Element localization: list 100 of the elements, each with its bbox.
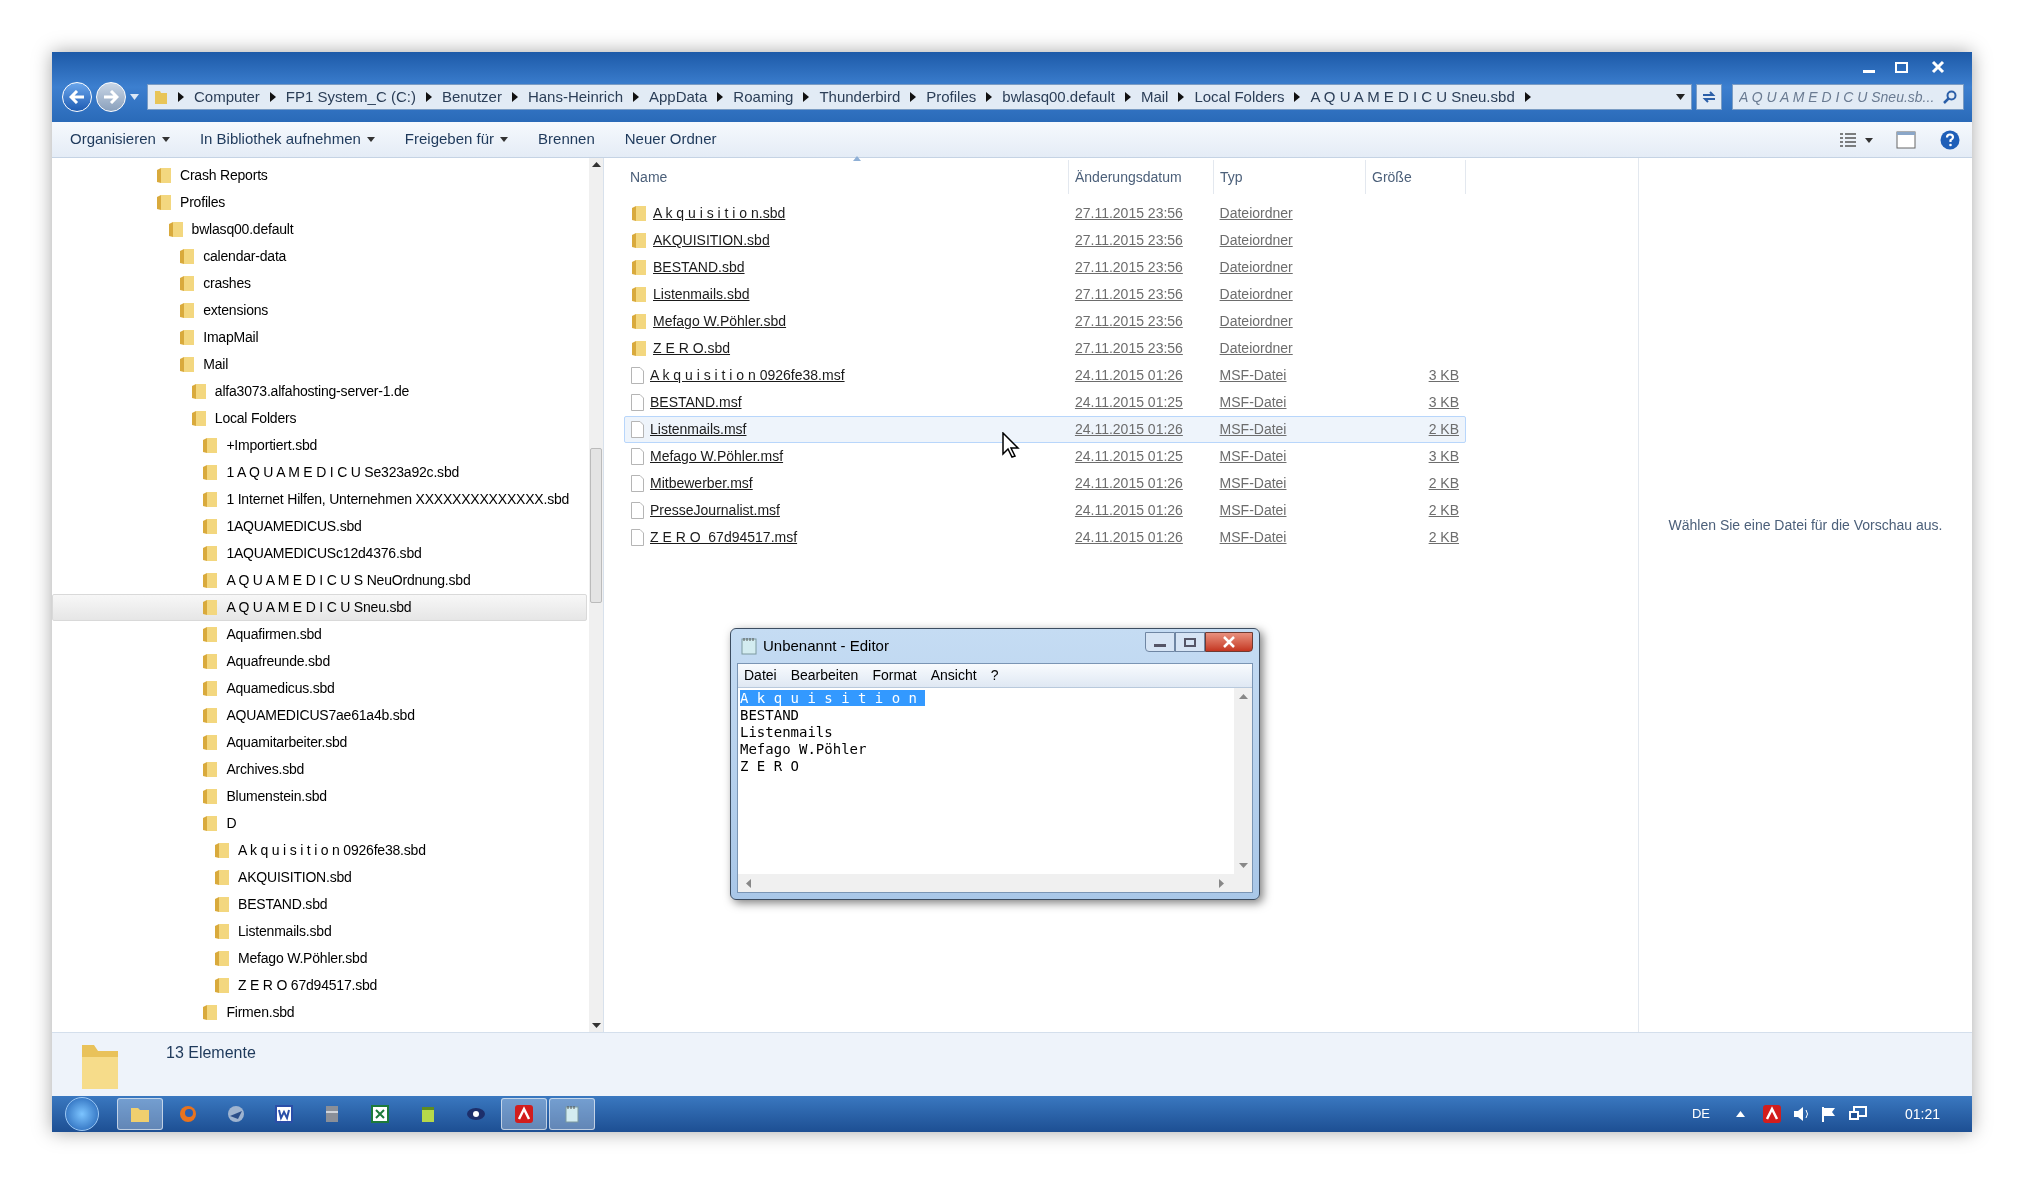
menu-item[interactable]: Ansicht bbox=[930, 665, 977, 686]
refresh-button[interactable] bbox=[1696, 84, 1722, 110]
tree-item[interactable]: Mail bbox=[52, 351, 587, 378]
tree-item[interactable]: Listenmails.sbd bbox=[52, 918, 587, 945]
back-button[interactable] bbox=[62, 82, 92, 112]
file-name[interactable]: A k q u i s i t i o n 0926fe38.msf bbox=[650, 365, 845, 386]
menu-item[interactable]: Format bbox=[872, 665, 917, 686]
toolbar-button[interactable]: Brennen bbox=[526, 125, 607, 154]
chevron-icon[interactable] bbox=[1124, 92, 1131, 102]
tree-item[interactable]: Blumenstein.sbd bbox=[52, 783, 587, 810]
tree-item[interactable]: AKQUISITION.sbd bbox=[52, 864, 587, 891]
chevron-icon[interactable] bbox=[910, 92, 917, 102]
breadcrumb[interactable]: FP1 System_C (C:) bbox=[285, 85, 416, 109]
scrollbar-thumb[interactable] bbox=[590, 447, 602, 603]
breadcrumb[interactable]: Benutzer bbox=[441, 85, 502, 109]
tree-item[interactable]: Firmen.sbd bbox=[52, 999, 587, 1026]
scrollbar[interactable] bbox=[589, 158, 603, 1032]
shield-icon[interactable] bbox=[1762, 1105, 1781, 1123]
scroll-left-icon[interactable] bbox=[746, 878, 751, 888]
file-row[interactable]: Mefago W.Pöhler.msf 24.11.2015 01:25 MSF-Datei 3 KB bbox=[624, 443, 1466, 470]
tree-item[interactable]: A k q u i s i t i o n 0926fe38.sbd bbox=[52, 837, 587, 864]
file-row[interactable]: AKQUISITION.sbd 27.11.2015 23:56 Dateiordner bbox=[624, 227, 1466, 254]
file-name[interactable]: A k q u i s i t i o n.sbd bbox=[653, 203, 786, 224]
column-header[interactable]: Name bbox=[624, 160, 1069, 194]
file-row[interactable]: Mefago W.Pöhler.sbd 27.11.2015 23:56 Dateiordner bbox=[624, 308, 1466, 335]
tree-item[interactable]: Mefago W.Pöhler.sbd bbox=[52, 945, 587, 972]
chevron-icon[interactable] bbox=[1524, 92, 1531, 102]
tree-item[interactable]: ImapMail bbox=[52, 324, 587, 351]
file-row[interactable]: BESTAND.sbd 27.11.2015 23:56 Dateiordner bbox=[624, 254, 1466, 281]
breadcrumb[interactable]: Roaming bbox=[733, 85, 794, 109]
file-row[interactable]: A k q u i s i t i o n 0926fe38.msf 24.11.2015 01:26 MSF-Datei 3 KB bbox=[624, 362, 1466, 389]
column-header[interactable]: Änderungsdatum bbox=[1069, 160, 1214, 194]
tree-item[interactable]: Archives.sbd bbox=[52, 756, 587, 783]
tree-item[interactable]: 1AQUAMEDICUSc12d4376.sbd bbox=[52, 540, 587, 567]
tree-item[interactable]: A Q U A M E D I C U S NeuOrdnung.sbd bbox=[52, 567, 587, 594]
menu-item[interactable]: ? bbox=[990, 665, 999, 686]
toolbar-button[interactable]: Organisieren bbox=[58, 125, 182, 154]
chevron-icon[interactable] bbox=[269, 92, 276, 102]
file-row[interactable]: Listenmails.sbd 27.11.2015 23:56 Dateiordner bbox=[624, 281, 1466, 308]
forward-button[interactable] bbox=[96, 82, 126, 112]
tree-item[interactable]: crashes bbox=[52, 270, 587, 297]
scroll-down-icon[interactable] bbox=[591, 1023, 601, 1028]
language-indicator[interactable]: DE bbox=[1691, 1104, 1710, 1124]
chevron-icon[interactable] bbox=[803, 92, 810, 102]
dropdown-icon[interactable] bbox=[1676, 94, 1685, 100]
file-name[interactable]: Mefago W.Pöhler.sbd bbox=[653, 311, 787, 332]
file-row[interactable]: Z E R O 67d94517.msf 24.11.2015 01:26 MSF-Datei 2 KB bbox=[624, 524, 1466, 551]
toolbar-button[interactable]: Neuer Ordner bbox=[612, 125, 729, 154]
breadcrumb[interactable]: AppData bbox=[649, 85, 708, 109]
file-name[interactable]: Listenmails.msf bbox=[650, 419, 747, 440]
tree-item[interactable]: 1AQUAMEDICUS.sbd bbox=[52, 513, 587, 540]
breadcrumb[interactable]: Profiles bbox=[926, 85, 977, 109]
tree-item[interactable]: Aquafirmen.sbd bbox=[52, 621, 587, 648]
help-icon[interactable] bbox=[1940, 129, 1960, 150]
column-header[interactable]: Größe bbox=[1366, 160, 1466, 194]
chevron-icon[interactable] bbox=[511, 92, 518, 102]
tree-item[interactable]: +Importiert.sbd bbox=[52, 432, 587, 459]
toolbar-button[interactable]: Freigeben für bbox=[392, 125, 521, 154]
tree-item[interactable]: D bbox=[52, 810, 587, 837]
network-icon[interactable] bbox=[1848, 1106, 1867, 1122]
chevron-icon[interactable] bbox=[986, 92, 993, 102]
text-area[interactable]: A k q u i s i t i o n BESTAND Listenmails Mefago W.Pöhler Z E R O bbox=[738, 688, 1234, 874]
tree-item[interactable]: Aquamedicus.sbd bbox=[52, 675, 587, 702]
view-options-icon[interactable] bbox=[1840, 132, 1874, 147]
tree-item[interactable]: 1 A Q U A M E D I C U Se323a92c.sbd bbox=[52, 459, 587, 486]
tree-item[interactable]: Profiles bbox=[52, 189, 587, 216]
scroll-right-icon[interactable] bbox=[1219, 878, 1224, 888]
close-button[interactable] bbox=[1205, 632, 1253, 652]
tray-arrow-icon[interactable] bbox=[1735, 1111, 1745, 1117]
menu-item[interactable]: Bearbeiten bbox=[790, 665, 859, 686]
column-header[interactable]: Typ bbox=[1214, 160, 1366, 194]
horizontal-scrollbar[interactable] bbox=[738, 874, 1252, 892]
speaker-icon[interactable] bbox=[1792, 1106, 1811, 1122]
tree-item[interactable]: 1 Internet Hilfen, Unternehmen XXXXXXXXXXXXXX.sbd bbox=[52, 486, 587, 513]
file-row[interactable]: Mitbewerber.msf 24.11.2015 01:26 MSF-Datei 2 KB bbox=[624, 470, 1466, 497]
tree-item[interactable]: calendar-data bbox=[52, 243, 587, 270]
file-row[interactable]: A k q u i s i t i o n.sbd 27.11.2015 23:56 Dateiordner bbox=[624, 200, 1466, 227]
breadcrumb[interactable]: Mail bbox=[1140, 85, 1169, 109]
breadcrumb[interactable]: A Q U A M E D I C U Sneu.sbd bbox=[1310, 85, 1515, 109]
file-row[interactable]: BESTAND.msf 24.11.2015 01:25 MSF-Datei 3 KB bbox=[624, 389, 1466, 416]
tree-item[interactable]: bwlasq00.default bbox=[52, 216, 587, 243]
tree-item[interactable]: Local Folders bbox=[52, 405, 587, 432]
breadcrumb[interactable]: Thunderbird bbox=[819, 85, 901, 109]
file-name[interactable]: AKQUISITION.sbd bbox=[653, 230, 770, 251]
file-row[interactable]: PresseJournalist.msf 24.11.2015 01:26 MSF-Datei 2 KB bbox=[624, 497, 1466, 524]
breadcrumb[interactable]: Hans-Heinrich bbox=[527, 85, 623, 109]
breadcrumb[interactable]: Computer bbox=[194, 85, 260, 109]
history-dropdown-icon[interactable] bbox=[130, 94, 139, 100]
file-name[interactable]: BESTAND.sbd bbox=[653, 257, 745, 278]
maximize-button[interactable] bbox=[1175, 632, 1205, 652]
scroll-up-icon[interactable] bbox=[591, 162, 601, 167]
tree-item[interactable]: Aquafreunde.sbd bbox=[52, 648, 587, 675]
taskbar-button[interactable] bbox=[501, 1098, 547, 1130]
tree-item[interactable]: AQUAMEDICUS7ae61a4b.sbd bbox=[52, 702, 587, 729]
chevron-icon[interactable] bbox=[717, 92, 724, 102]
file-name[interactable]: Z E R O 67d94517.msf bbox=[650, 527, 798, 548]
clock[interactable]: 01:21 bbox=[1904, 1103, 1940, 1125]
minimize-button[interactable] bbox=[1145, 632, 1175, 652]
start-button[interactable] bbox=[65, 1097, 99, 1131]
flag-icon[interactable] bbox=[1820, 1106, 1837, 1122]
